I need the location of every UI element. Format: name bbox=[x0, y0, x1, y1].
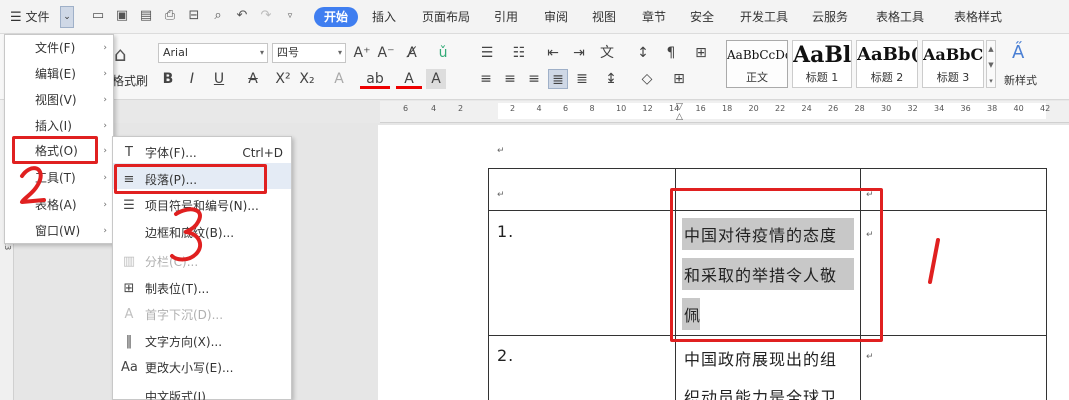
annotation-two bbox=[20, 166, 46, 204]
annotation-one bbox=[928, 238, 940, 284]
annotation-three bbox=[170, 207, 203, 262]
annotation-strokes bbox=[20, 166, 940, 284]
